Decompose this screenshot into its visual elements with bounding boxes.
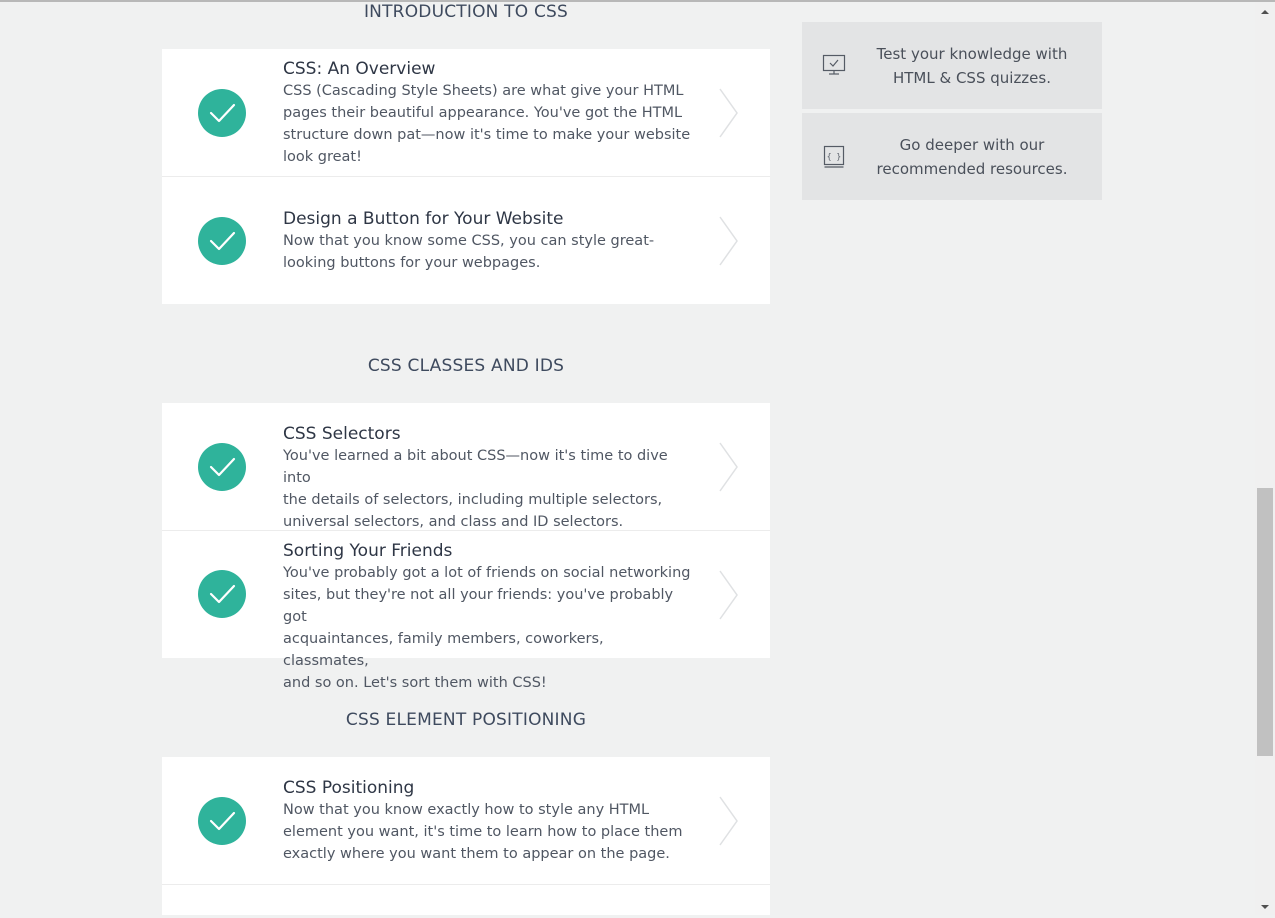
lesson-card-sorting-friends[interactable]: Sorting Your Friends You've probably got… (162, 531, 770, 691)
description-line: You've probably got a lot of friends on … (283, 565, 691, 581)
chevron-right-icon[interactable] (718, 795, 740, 847)
description-line: the details of selectors, including mult… (283, 492, 663, 508)
completed-check-icon (198, 89, 246, 137)
description-line: Now that you know some CSS, you can styl… (283, 233, 655, 249)
section-title-intro: INTRODUCTION TO CSS (363, 2, 569, 22)
svg-text:{ }: { } (827, 152, 841, 161)
lesson-card-next[interactable] (162, 885, 770, 915)
scroll-up-arrow-icon[interactable] (1255, 4, 1275, 18)
quiz-link-line: Test your knowledge with (876, 45, 1068, 63)
description-line: Now that you know exactly how to style a… (283, 802, 650, 818)
description-line: exactly where you want them to appear on… (283, 846, 670, 862)
lesson-card-css-selectors[interactable]: CSS Selectors You've learned a bit about… (162, 403, 770, 531)
resources-link-box[interactable]: { } Go deeper with our recommended resou… (802, 113, 1102, 200)
description-line: looking buttons for your webpages. (283, 255, 541, 271)
lesson-title[interactable]: CSS: An Overview (283, 58, 693, 80)
completed-check-icon (198, 443, 246, 491)
lesson-card-css-overview[interactable]: CSS: An Overview CSS (Cascading Style Sh… (162, 49, 770, 177)
description-line: acquaintances, family members, coworkers… (283, 631, 604, 669)
lesson-description: CSS (Cascading Style Sheets) are what gi… (283, 80, 693, 168)
lesson-description: You've learned a bit about CSS—now it's … (283, 445, 693, 533)
chevron-right-icon[interactable] (718, 569, 740, 621)
chevron-right-icon[interactable] (718, 215, 740, 267)
quiz-link-line: HTML & CSS quizzes. (892, 69, 1051, 87)
completed-check-icon (198, 217, 246, 265)
description-line: and so on. Let's sort them with CSS! (283, 675, 547, 691)
description-line: structure down pat—now it's time to make… (283, 127, 691, 143)
lesson-card-design-button[interactable]: Design a Button for Your Website Now tha… (162, 177, 770, 304)
resources-link-text[interactable]: Go deeper with our recommended resources… (872, 133, 1072, 181)
completed-check-icon (198, 797, 246, 845)
lesson-title[interactable]: CSS Selectors (283, 423, 693, 445)
chevron-right-icon[interactable] (718, 441, 740, 493)
description-line: pages their beautiful appearance. You've… (283, 105, 683, 121)
lesson-title[interactable]: Design a Button for Your Website (283, 208, 693, 230)
lesson-card-css-positioning[interactable]: CSS Positioning Now that you know exactl… (162, 757, 770, 885)
book-code-icon: { } (822, 144, 848, 174)
quiz-link-text[interactable]: Test your knowledge with HTML & CSS quiz… (872, 42, 1072, 90)
description-line: look great! (283, 149, 362, 165)
section-title-classes-ids: CSS CLASSES AND IDS (367, 356, 565, 376)
description-line: universal selectors, and class and ID se… (283, 514, 624, 530)
lesson-description: Now that you know some CSS, you can styl… (283, 230, 693, 274)
description-line: CSS (Cascading Style Sheets) are what gi… (283, 83, 684, 99)
description-line: element you want, it's time to learn how… (283, 824, 683, 840)
lesson-title[interactable]: Sorting Your Friends (283, 540, 693, 562)
quiz-link-box[interactable]: Test your knowledge with HTML & CSS quiz… (802, 22, 1102, 109)
description-line: You've learned a bit about CSS—now it's … (283, 448, 668, 486)
vertical-scrollbar[interactable] (1255, 2, 1275, 915)
description-line: sites, but they're not all your friends:… (283, 587, 674, 625)
lesson-description: You've probably got a lot of friends on … (283, 562, 693, 694)
resources-link-line: Go deeper with our (899, 136, 1045, 154)
scrollbar-thumb[interactable] (1257, 488, 1273, 756)
resources-link-line: recommended resources. (876, 160, 1068, 178)
monitor-check-icon (822, 53, 848, 83)
scroll-down-arrow-icon[interactable] (1255, 899, 1275, 913)
chevron-right-icon[interactable] (718, 87, 740, 139)
lesson-description: Now that you know exactly how to style a… (283, 799, 693, 865)
lesson-title[interactable]: CSS Positioning (283, 777, 693, 799)
section-title-positioning: CSS ELEMENT POSITIONING (345, 710, 587, 730)
completed-check-icon (198, 570, 246, 618)
